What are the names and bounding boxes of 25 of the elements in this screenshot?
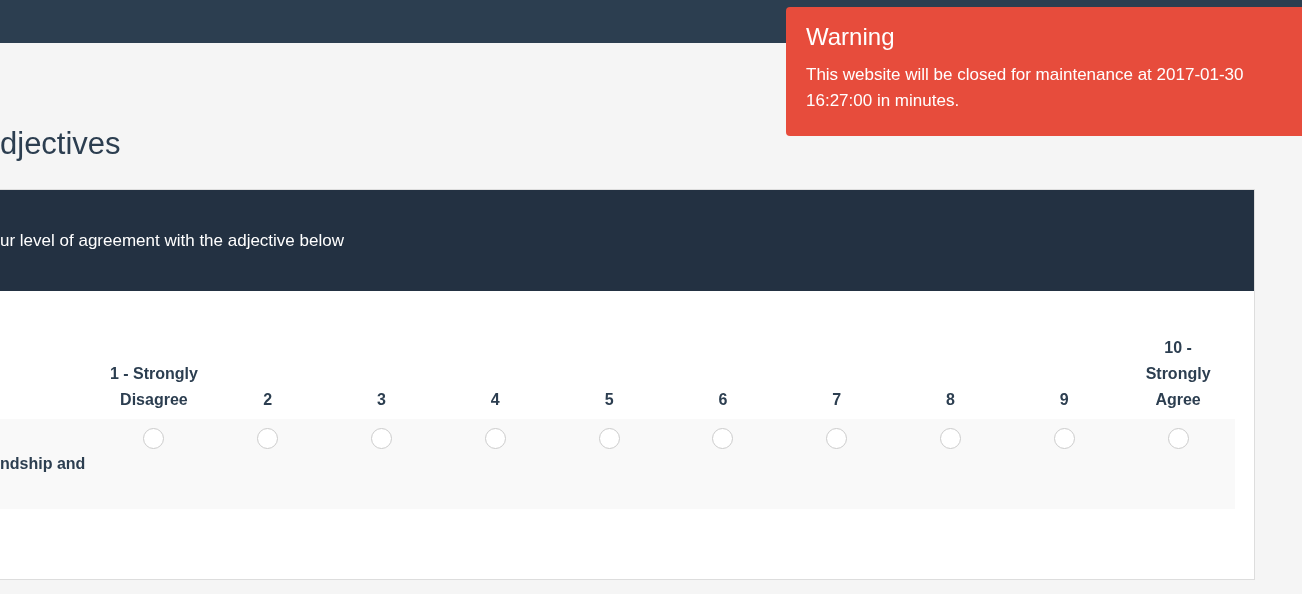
column-header: 6 bbox=[717, 390, 729, 411]
column-header: 2 bbox=[262, 390, 274, 411]
group-title: djectives bbox=[0, 127, 122, 162]
column-header: 1 - Strongly Disagree bbox=[108, 364, 199, 411]
radio-button[interactable] bbox=[826, 428, 848, 450]
column-header: 3 bbox=[376, 390, 387, 411]
radio-button[interactable] bbox=[1167, 428, 1189, 450]
radio-button[interactable] bbox=[484, 428, 506, 450]
column-header: 7 bbox=[831, 390, 843, 411]
radio-button[interactable] bbox=[1053, 428, 1075, 450]
radio-button[interactable] bbox=[257, 428, 279, 450]
column-header: 5 bbox=[603, 390, 615, 411]
toast-message: This website will be closed for maintenance at 2017-01-30 16:27:00 in minutes. bbox=[806, 63, 1245, 112]
toast-title: Warning bbox=[806, 23, 896, 52]
column-header: 10 - Strongly Agree bbox=[1144, 338, 1212, 411]
radio-button[interactable] bbox=[712, 428, 734, 450]
column-header: 8 bbox=[945, 390, 956, 411]
column-header: 9 bbox=[1058, 390, 1070, 411]
radio-button[interactable] bbox=[143, 428, 165, 450]
question-text: ur level of agreement with the adjective below bbox=[0, 229, 344, 252]
radio-button[interactable] bbox=[940, 428, 961, 450]
row-label: ndship and bbox=[0, 419, 97, 510]
column-header: 4 bbox=[489, 390, 501, 411]
radio-button[interactable] bbox=[371, 428, 392, 450]
radio-button[interactable] bbox=[598, 428, 620, 450]
